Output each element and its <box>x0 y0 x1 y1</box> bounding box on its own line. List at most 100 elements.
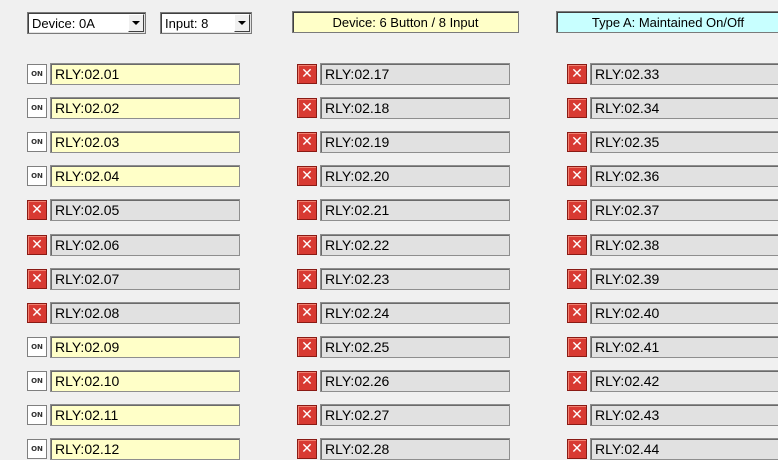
relay-item: ON RLY:02.04 <box>27 165 240 187</box>
relay-label: RLY:02.07 <box>50 268 240 290</box>
relay-off-toggle[interactable]: ✕ <box>567 200 587 220</box>
relay-item: ON RLY:02.10 <box>27 370 240 392</box>
relay-label: RLY:02.01 <box>50 63 240 85</box>
relay-item: ✕ RLY:02.40 <box>567 302 778 324</box>
relay-off-toggle[interactable]: ✕ <box>297 269 317 289</box>
relay-off-toggle[interactable]: ✕ <box>297 439 317 459</box>
relay-label: RLY:02.24 <box>320 302 510 324</box>
relay-item: ✕ RLY:02.43 <box>567 404 778 426</box>
relay-item: ✕ RLY:02.34 <box>567 97 778 119</box>
relay-on-toggle[interactable]: ON <box>27 371 47 391</box>
relay-item: ✕ RLY:02.37 <box>567 199 778 221</box>
relay-label: RLY:02.04 <box>50 165 240 187</box>
relay-off-toggle[interactable]: ✕ <box>297 303 317 323</box>
relay-off-toggle[interactable]: ✕ <box>567 405 587 425</box>
relay-off-toggle[interactable]: ✕ <box>297 371 317 391</box>
relay-off-toggle[interactable]: ✕ <box>27 235 47 255</box>
device-select[interactable]: Device: 0A <box>27 12 146 34</box>
relay-off-toggle[interactable]: ✕ <box>567 98 587 118</box>
relay-label: RLY:02.02 <box>50 97 240 119</box>
relay-item: ✕ RLY:02.38 <box>567 234 778 256</box>
relay-label: RLY:02.09 <box>50 336 240 358</box>
type-info-label: Type A: Maintained On/Off <box>556 11 778 33</box>
relay-off-toggle[interactable]: ✕ <box>297 235 317 255</box>
relay-item: ✕ RLY:02.35 <box>567 131 778 153</box>
relay-off-toggle[interactable]: ✕ <box>297 337 317 357</box>
relay-label: RLY:02.25 <box>320 336 510 358</box>
relay-item: ON RLY:02.12 <box>27 438 240 460</box>
relay-label: RLY:02.39 <box>590 268 778 290</box>
relay-on-toggle[interactable]: ON <box>27 64 47 84</box>
input-select-value: Input: 8 <box>165 15 209 31</box>
relay-label: RLY:02.03 <box>50 131 240 153</box>
relay-on-toggle[interactable]: ON <box>27 337 47 357</box>
relay-off-toggle[interactable]: ✕ <box>567 303 587 323</box>
relay-label: RLY:02.35 <box>590 131 778 153</box>
relay-off-toggle[interactable]: ✕ <box>567 132 587 152</box>
relay-off-toggle[interactable]: ✕ <box>297 132 317 152</box>
relay-item: ✕ RLY:02.28 <box>297 438 510 460</box>
relay-item: ✕ RLY:02.36 <box>567 165 778 187</box>
relay-off-toggle[interactable]: ✕ <box>567 371 587 391</box>
relay-item: ✕ RLY:02.23 <box>297 268 510 290</box>
relay-label: RLY:02.22 <box>320 234 510 256</box>
relay-item: ✕ RLY:02.26 <box>297 370 510 392</box>
relay-on-toggle[interactable]: ON <box>27 166 47 186</box>
relay-off-toggle[interactable]: ✕ <box>27 200 47 220</box>
relay-off-toggle[interactable]: ✕ <box>567 439 587 459</box>
relay-label: RLY:02.06 <box>50 234 240 256</box>
relay-item: ✕ RLY:02.08 <box>27 302 240 324</box>
relay-label: RLY:02.37 <box>590 199 778 221</box>
relay-on-toggle[interactable]: ON <box>27 98 47 118</box>
relay-label: RLY:02.43 <box>590 404 778 426</box>
relay-item: ✕ RLY:02.44 <box>567 438 778 460</box>
device-select-dropdown-button[interactable] <box>128 14 144 32</box>
relay-off-toggle[interactable]: ✕ <box>27 269 47 289</box>
relay-off-toggle[interactable]: ✕ <box>567 337 587 357</box>
relay-item: ✕ RLY:02.41 <box>567 336 778 358</box>
input-select[interactable]: Input: 8 <box>160 12 252 34</box>
relay-item: ✕ RLY:02.18 <box>297 97 510 119</box>
relay-off-toggle[interactable]: ✕ <box>567 269 587 289</box>
relay-item: ON RLY:02.02 <box>27 97 240 119</box>
relay-label: RLY:02.19 <box>320 131 510 153</box>
relay-item: ✕ RLY:02.05 <box>27 199 240 221</box>
relay-label: RLY:02.40 <box>590 302 778 324</box>
relay-item: ✕ RLY:02.24 <box>297 302 510 324</box>
relay-label: RLY:02.44 <box>590 438 778 460</box>
relay-off-toggle[interactable]: ✕ <box>297 200 317 220</box>
relay-item: ✕ RLY:02.07 <box>27 268 240 290</box>
relay-item: ✕ RLY:02.17 <box>297 63 510 85</box>
input-select-dropdown-button[interactable] <box>234 14 250 32</box>
relay-item: ON RLY:02.01 <box>27 63 240 85</box>
relay-off-toggle[interactable]: ✕ <box>567 64 587 84</box>
relay-item: ✕ RLY:02.27 <box>297 404 510 426</box>
relay-item: ✕ RLY:02.21 <box>297 199 510 221</box>
relay-off-toggle[interactable]: ✕ <box>297 64 317 84</box>
relay-label: RLY:02.12 <box>50 438 240 460</box>
relay-label: RLY:02.11 <box>50 404 240 426</box>
relay-label: RLY:02.28 <box>320 438 510 460</box>
relay-item: ON RLY:02.11 <box>27 404 240 426</box>
relay-item: ✕ RLY:02.19 <box>297 131 510 153</box>
relay-on-toggle[interactable]: ON <box>27 405 47 425</box>
relay-off-toggle[interactable]: ✕ <box>567 235 587 255</box>
relay-label: RLY:02.36 <box>590 165 778 187</box>
relay-off-toggle[interactable]: ✕ <box>567 166 587 186</box>
relay-item: ✕ RLY:02.33 <box>567 63 778 85</box>
relay-label: RLY:02.23 <box>320 268 510 290</box>
relay-on-toggle[interactable]: ON <box>27 132 47 152</box>
relay-item: ✕ RLY:02.42 <box>567 370 778 392</box>
relay-item: ✕ RLY:02.20 <box>297 165 510 187</box>
relay-off-toggle[interactable]: ✕ <box>297 405 317 425</box>
relay-item: ✕ RLY:02.25 <box>297 336 510 358</box>
relay-off-toggle[interactable]: ✕ <box>297 166 317 186</box>
relay-item: ✕ RLY:02.06 <box>27 234 240 256</box>
relay-on-toggle[interactable]: ON <box>27 439 47 459</box>
device-info-label: Device: 6 Button / 8 Input <box>292 11 519 33</box>
relay-off-toggle[interactable]: ✕ <box>27 303 47 323</box>
relay-off-toggle[interactable]: ✕ <box>297 98 317 118</box>
relay-item: ON RLY:02.09 <box>27 336 240 358</box>
chevron-down-icon <box>238 21 246 25</box>
relay-label: RLY:02.33 <box>590 63 778 85</box>
